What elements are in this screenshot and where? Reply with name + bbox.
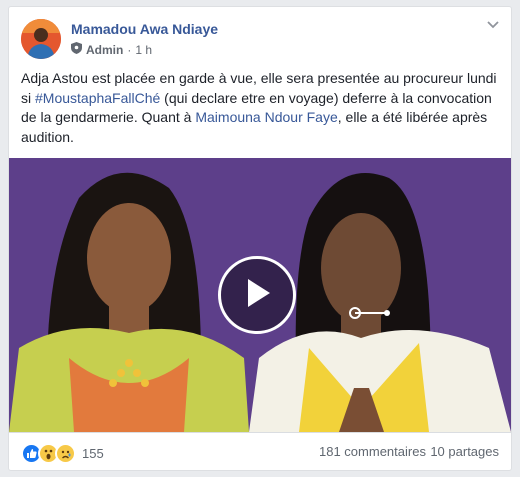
post-timestamp[interactable]: 1 h [135, 43, 152, 57]
avatar[interactable] [21, 19, 61, 59]
mention-link[interactable]: Maimouna Ndour Faye [195, 109, 337, 125]
admin-badge: Admin [86, 42, 124, 57]
shares-count-link[interactable]: 10 partages [430, 444, 499, 459]
hashtag-link[interactable]: #MoustaphaFallChé [35, 90, 160, 106]
admin-shield-icon [71, 42, 82, 57]
post-footer: 155 181 commentaires 10 partages [9, 432, 511, 470]
play-icon [242, 277, 272, 314]
post-options-chevron-icon[interactable] [485, 17, 501, 33]
comments-count-link[interactable]: 181 commentaires [319, 444, 426, 459]
post-card: Mamadou Awa Ndiaye Admin · 1 h Adja Asto… [8, 6, 512, 471]
play-button[interactable] [218, 256, 296, 334]
meta-separator: · [127, 42, 132, 57]
sad-icon [55, 443, 76, 464]
post-meta: Admin · 1 h [71, 42, 152, 57]
video-player[interactable] [9, 158, 511, 432]
reactions-summary[interactable]: 155 [21, 443, 104, 464]
post-text: Adja Astou est placée en garde à vue, el… [21, 69, 501, 147]
reaction-count: 155 [82, 446, 104, 461]
author-name[interactable]: Mamadou Awa Ndiaye [71, 21, 218, 37]
